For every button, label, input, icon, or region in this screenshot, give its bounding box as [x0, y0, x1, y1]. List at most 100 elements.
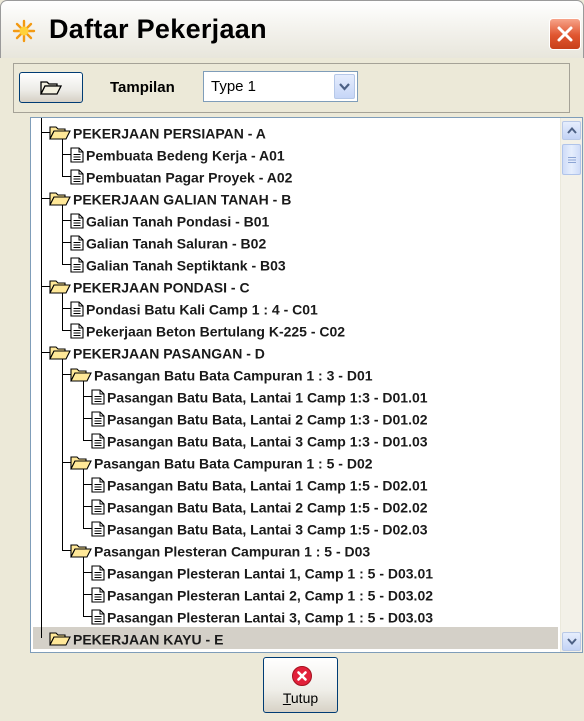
document-icon [91, 587, 105, 603]
folder-open-icon [40, 80, 62, 95]
document-icon [91, 521, 105, 537]
document-icon [91, 609, 105, 625]
tree-node-label: PEKERJAAN PASANGAN - D [73, 345, 265, 362]
document-icon [91, 499, 105, 515]
tree-folder-node[interactable]: PEKERJAAN PASANGAN - D [49, 341, 265, 363]
tutup-button[interactable]: Tutup [263, 657, 338, 713]
window-title: Daftar Pekerjaan [49, 14, 267, 44]
tree-item-node[interactable]: Pasangan Batu Bata, Lantai 2 Camp 1:5 - … [91, 495, 428, 517]
chevron-down-icon [566, 638, 577, 645]
tree-item-node[interactable]: Pasangan Plesteran Lantai 2, Camp 1 : 5 … [91, 583, 433, 605]
document-icon [70, 257, 84, 273]
chevron-up-icon [566, 127, 577, 134]
tree-node-label: Galian Tanah Saluran - B02 [86, 235, 267, 252]
tree-node-label: Galian Tanah Pondasi - B01 [86, 213, 270, 230]
tree-node-label: Pasangan Batu Bata, Lantai 3 Camp 1:3 - … [107, 433, 428, 450]
tree-node-label: Pembuata Bedeng Kerja - A01 [86, 147, 285, 164]
document-icon [70, 323, 84, 339]
document-icon [91, 433, 105, 449]
tree-connector [62, 359, 63, 550]
tree-item-node[interactable]: Pasangan Batu Bata, Lantai 2 Camp 1:3 - … [91, 407, 428, 429]
tree-node-label: Pasangan Plesteran Lantai 1, Camp 1 : 5 … [107, 565, 434, 582]
tree-connector [83, 469, 84, 528]
tampilan-select-value: Type 1 [211, 78, 257, 95]
tree-item-node[interactable]: Pasangan Batu Bata, Lantai 3 Camp 1:5 - … [91, 517, 428, 539]
tree-node-label: Pasangan Plesteran Lantai 3, Camp 1 : 5 … [107, 609, 434, 626]
document-icon [70, 147, 84, 163]
folder-open-icon [49, 632, 71, 646]
tree-node-label: Pasangan Plesteran Campuran 1 : 5 - D03 [94, 543, 371, 560]
tampilan-select[interactable]: Type 1 [203, 71, 358, 102]
tree-node-label: Pasangan Batu Bata, Lantai 3 Camp 1:5 - … [107, 521, 428, 538]
tree-item-node[interactable]: Pasangan Batu Bata, Lantai 3 Camp 1:3 - … [91, 429, 428, 451]
tree-folder-node[interactable]: PEKERJAAN GALIAN TANAH - B [49, 187, 291, 209]
tree-connector [83, 557, 84, 616]
tree-item-node[interactable]: Pasangan Plesteran Lantai 3, Camp 1 : 5 … [91, 605, 433, 627]
tree-node-label: Pasangan Batu Bata, Lantai 1 Camp 1:3 - … [107, 389, 428, 406]
tree-node-label: Pasangan Plesteran Lantai 2, Camp 1 : 5 … [107, 587, 434, 604]
tree-item-node[interactable]: Galian Tanah Pondasi - B01 [70, 209, 269, 231]
tree-item-node[interactable]: Galian Tanah Septiktank - B03 [70, 253, 286, 275]
tree-item-node[interactable]: Pasangan Plesteran Lantai 1, Camp 1 : 5 … [91, 561, 433, 583]
tree-node-label: Pasangan Batu Bata, Lantai 1 Camp 1:5 - … [107, 477, 428, 494]
tampilan-label: Tampilan [110, 79, 175, 96]
tree-item-node[interactable]: Pondasi Batu Kali Camp 1 : 4 - C01 [70, 297, 318, 319]
tree-item-node[interactable]: Pekerjaan Beton Bertulang K-225 - C02 [70, 319, 345, 341]
chevron-down-icon [339, 82, 350, 91]
folder-open-icon [49, 346, 71, 360]
tree-folder-node[interactable]: Pasangan Batu Bata Campuran 1 : 5 - D02 [70, 451, 373, 473]
document-icon [91, 477, 105, 493]
tree-node-label: PEKERJAAN PONDASI - C [73, 279, 250, 296]
folder-open-icon [70, 544, 92, 558]
tree-item-node[interactable]: Pembuatan Pagar Proyek - A02 [70, 165, 292, 187]
tree-item-node[interactable]: Pasangan Batu Bata, Lantai 1 Camp 1:3 - … [91, 385, 428, 407]
tree-connector [62, 293, 63, 330]
tree-item-node[interactable]: Pasangan Batu Bata, Lantai 1 Camp 1:5 - … [91, 473, 428, 495]
scroll-down-button[interactable] [562, 632, 581, 651]
close-button[interactable] [549, 18, 581, 50]
tree-node-label: PEKERJAAN PERSIAPAN - A [73, 125, 266, 142]
tree-connector [62, 205, 63, 264]
scroll-up-button[interactable] [562, 121, 581, 140]
document-icon [70, 213, 84, 229]
vertical-scrollbar[interactable] [560, 118, 582, 652]
tree-node-label: PEKERJAAN KAYU - E [73, 631, 224, 648]
tree-node-label: Galian Tanah Septiktank - B03 [86, 257, 286, 274]
title-bar[interactable]: Daftar Pekerjaan [0, 0, 584, 58]
folder-open-icon [70, 456, 92, 470]
tree-folder-node[interactable]: Pasangan Batu Bata Campuran 1 : 3 - D01 [70, 363, 373, 385]
tree-folder-node[interactable]: PEKERJAAN PERSIAPAN - A [49, 121, 266, 143]
tree-node-label: Pekerjaan Beton Bertulang K-225 - C02 [86, 323, 346, 340]
tree-connector [62, 139, 63, 176]
tree-node-label: Pasangan Batu Bata Campuran 1 : 5 - D02 [94, 455, 373, 472]
open-folder-button[interactable] [19, 72, 83, 103]
tree-node-label: Pasangan Batu Bata, Lantai 2 Camp 1:5 - … [107, 499, 428, 516]
close-icon [557, 26, 573, 42]
dropdown-button[interactable] [334, 74, 355, 99]
tree-folder-node[interactable]: PEKERJAAN PONDASI - C [49, 275, 250, 297]
tutup-label: Tutup [282, 690, 319, 706]
grip-icon [567, 156, 576, 163]
tree-connector [41, 118, 42, 638]
stop-icon [292, 666, 312, 686]
dialog-window: Daftar Pekerjaan Tampilan Type 1 PEKERJA… [0, 0, 584, 721]
tree-node-label: Pasangan Batu Bata Campuran 1 : 3 - D01 [94, 367, 373, 384]
document-icon [70, 235, 84, 251]
toolbar: Tampilan Type 1 [13, 63, 570, 113]
folder-open-icon [49, 192, 71, 206]
folder-open-icon [70, 368, 92, 382]
tree-item-node[interactable]: Pembuata Bedeng Kerja - A01 [70, 143, 285, 165]
tree-node-label: Pondasi Batu Kali Camp 1 : 4 - C01 [86, 301, 318, 318]
job-tree[interactable]: PEKERJAAN PERSIAPAN - A Pembuata Bedeng K… [30, 117, 583, 653]
tree-node-label: PEKERJAAN GALIAN TANAH - B [73, 191, 292, 208]
scroll-thumb[interactable] [562, 144, 581, 175]
document-icon [91, 565, 105, 581]
tree-item-node[interactable]: Galian Tanah Saluran - B02 [70, 231, 266, 253]
tree-folder-node[interactable]: PEKERJAAN KAYU - E [33, 627, 558, 649]
tree-folder-node[interactable]: Pasangan Plesteran Campuran 1 : 5 - D03 [70, 539, 370, 561]
document-icon [70, 169, 84, 185]
tree-node-label: Pembuatan Pagar Proyek - A02 [86, 169, 293, 186]
tree-connector [83, 381, 84, 440]
folder-open-icon [49, 126, 71, 140]
tree-node-label: Pasangan Batu Bata, Lantai 2 Camp 1:3 - … [107, 411, 428, 428]
